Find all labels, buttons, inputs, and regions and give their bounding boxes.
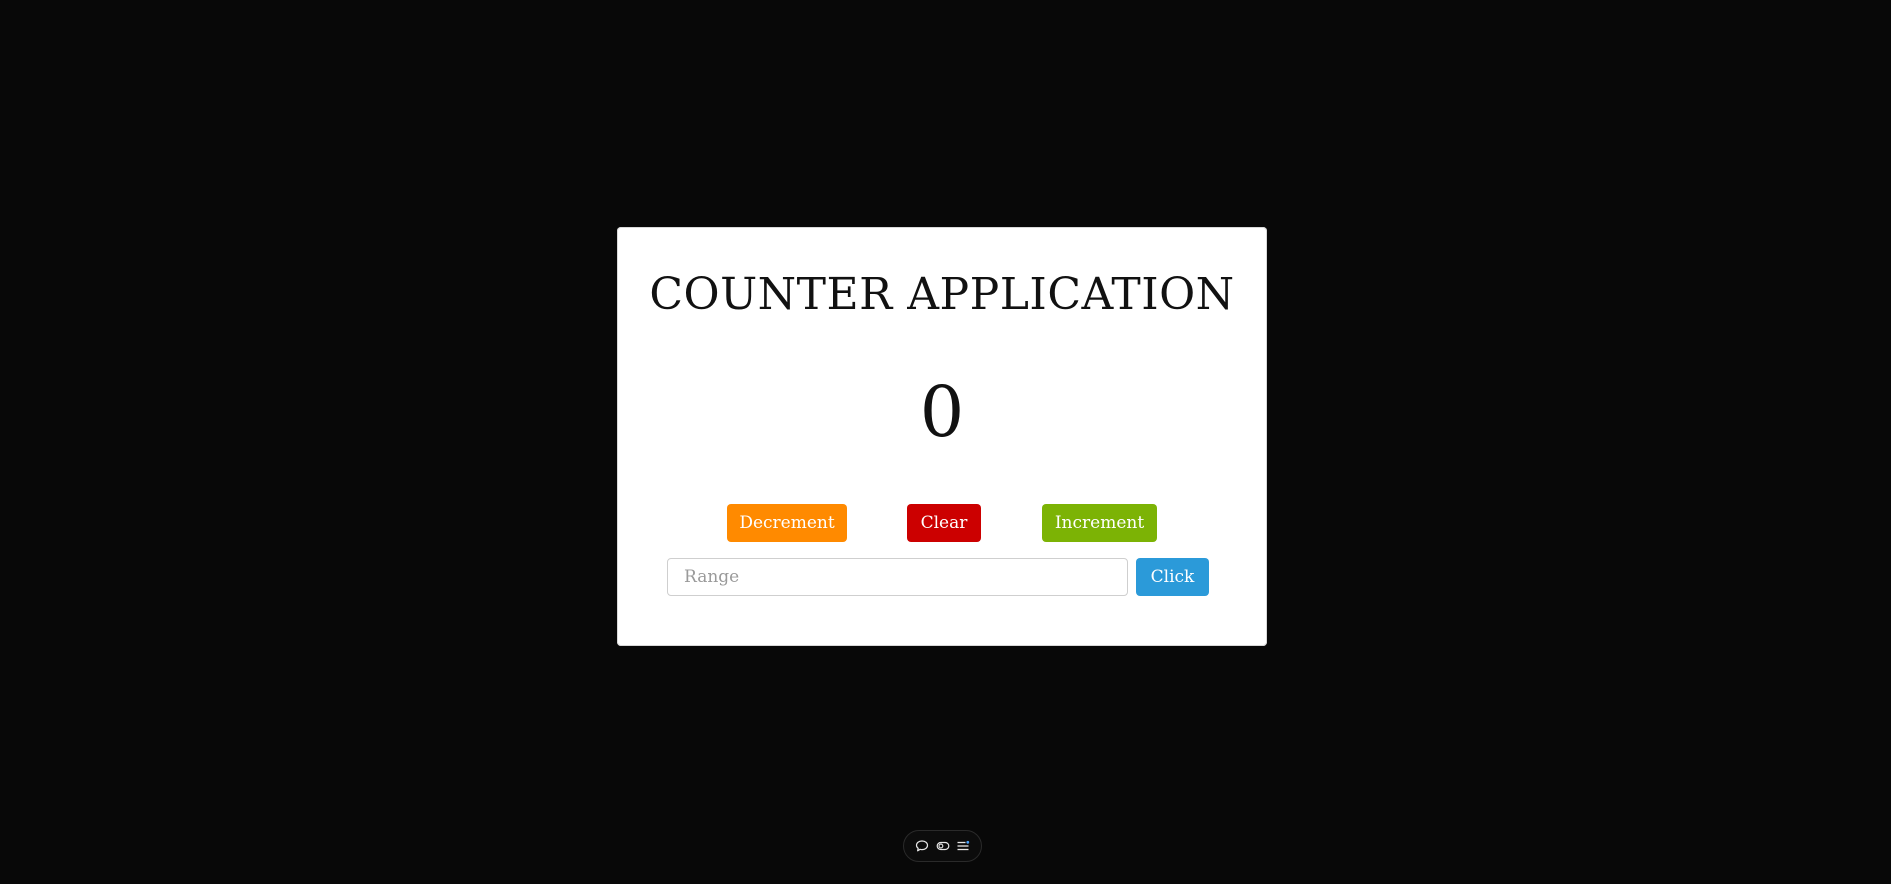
clear-button[interactable]: Clear [907, 504, 981, 542]
page-title: COUNTER APPLICATION [649, 269, 1235, 320]
counter-value: 0 [919, 371, 965, 453]
chat-bubble-icon[interactable] [914, 838, 930, 854]
range-input[interactable] [667, 558, 1128, 596]
increment-button[interactable]: Increment [1042, 504, 1157, 542]
bottom-toolbar [903, 830, 982, 862]
counter-card: COUNTER APPLICATION 0 Decrement Clear In… [617, 227, 1267, 646]
decrement-button[interactable]: Decrement [727, 504, 847, 542]
toggle-icon[interactable] [935, 838, 951, 854]
click-button[interactable]: Click [1136, 558, 1209, 596]
menu-list-icon[interactable] [955, 838, 971, 854]
